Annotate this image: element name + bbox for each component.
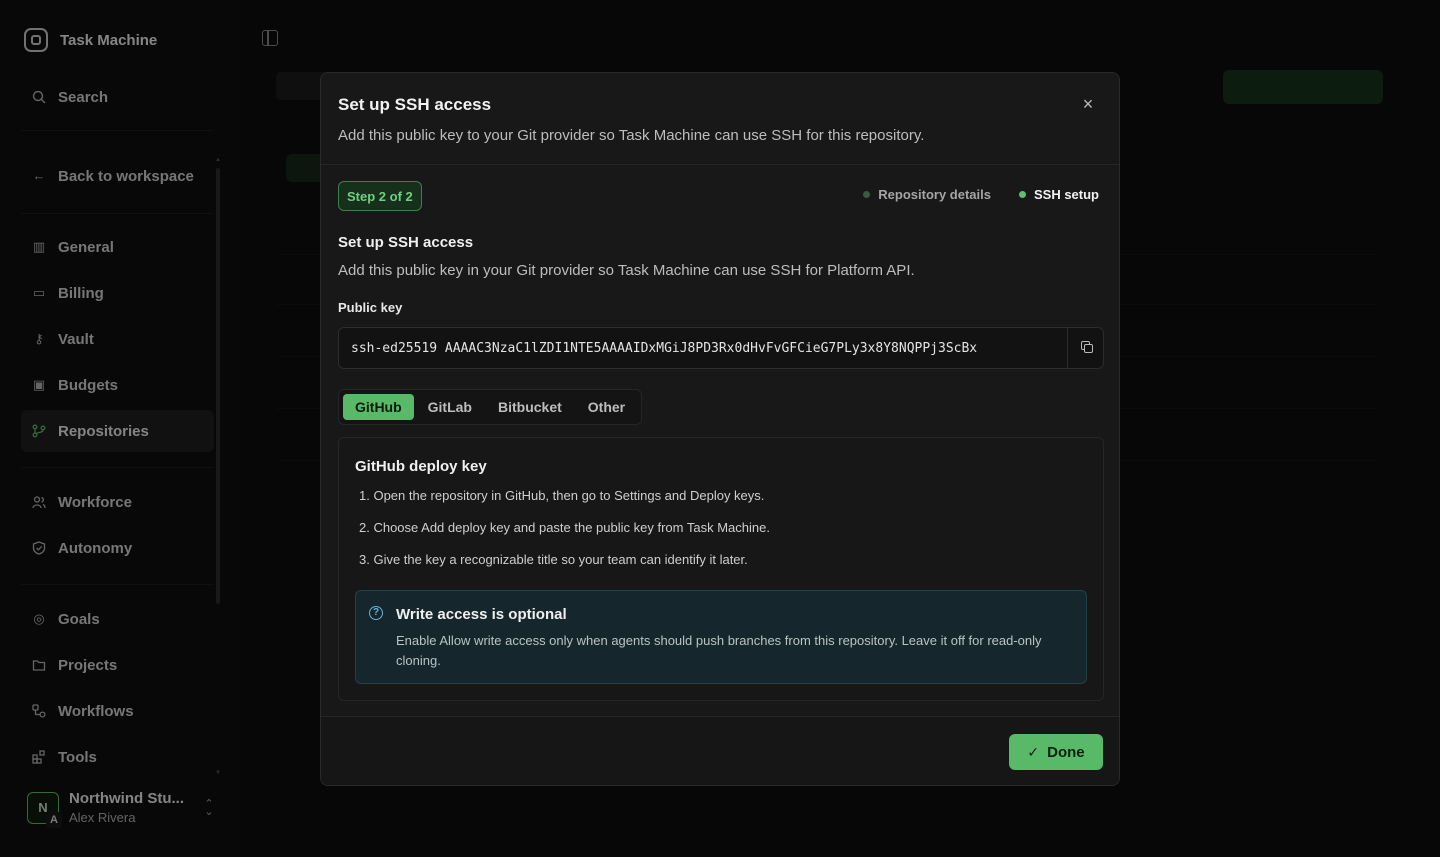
- tab-bitbucket[interactable]: Bitbucket: [486, 394, 574, 420]
- provider-tabs: GitHub GitLab Bitbucket Other: [338, 389, 643, 425]
- close-icon[interactable]: ×: [1079, 95, 1097, 113]
- done-button[interactable]: ✓ Done: [1009, 734, 1103, 770]
- list-item: 1. Open the repository in GitHub, then g…: [359, 488, 765, 503]
- tab-other[interactable]: Other: [576, 394, 637, 420]
- stepper: Repository details SSH setup: [863, 187, 1099, 202]
- step-repository-details: Repository details: [863, 187, 991, 202]
- step-badge: Step 2 of 2: [338, 181, 422, 211]
- public-key-field[interactable]: ssh-ed25519 AAAAC3NzaC1lZDI1NTE5AAAAIDxM…: [338, 327, 1104, 369]
- step-dot-icon: [1018, 191, 1026, 198]
- check-icon: ✓: [1027, 743, 1040, 760]
- step-label: Repository details: [878, 187, 991, 202]
- section-description: Add this public key in your Git provider…: [338, 262, 915, 279]
- list-item: 3. Give the key a recognizable title so …: [359, 552, 748, 567]
- copy-button[interactable]: [1067, 328, 1103, 368]
- dialog-header: Set up SSH access Add this public key to…: [321, 73, 1119, 165]
- public-key-value[interactable]: ssh-ed25519 AAAAC3NzaC1lZDI1NTE5AAAAIDxM…: [351, 341, 977, 356]
- tab-gitlab[interactable]: GitLab: [416, 394, 484, 420]
- card-title: GitHub deploy key: [355, 458, 487, 475]
- info-callout: ? Write access is optional Enable Allow …: [355, 590, 1087, 684]
- ssh-setup-dialog: Set up SSH access Add this public key to…: [320, 72, 1120, 786]
- public-key-label: Public key: [338, 300, 403, 315]
- list-item: 2. Choose Add deploy key and paste the p…: [359, 520, 770, 535]
- callout-body: Enable Allow write access only when agen…: [396, 633, 1042, 668]
- dialog-footer: ✓ Done: [321, 716, 1119, 785]
- instruction-list: 1. Open the repository in GitHub, then g…: [359, 488, 770, 584]
- tab-github[interactable]: GitHub: [343, 394, 414, 420]
- callout-title: Write access is optional: [396, 606, 567, 623]
- step-label: SSH setup: [1033, 187, 1099, 202]
- step-ssh-setup: SSH setup: [1018, 187, 1099, 202]
- help-circle-icon: ?: [369, 606, 383, 620]
- dialog-title: Set up SSH access: [338, 95, 492, 114]
- section-title: Set up SSH access: [338, 234, 474, 251]
- deploy-key-card: GitHub deploy key 1. Open the repository…: [338, 437, 1104, 701]
- done-label: Done: [1047, 743, 1085, 761]
- dialog-description: Add this public key to your Git provider…: [338, 127, 925, 144]
- step-dot-icon: [863, 191, 871, 198]
